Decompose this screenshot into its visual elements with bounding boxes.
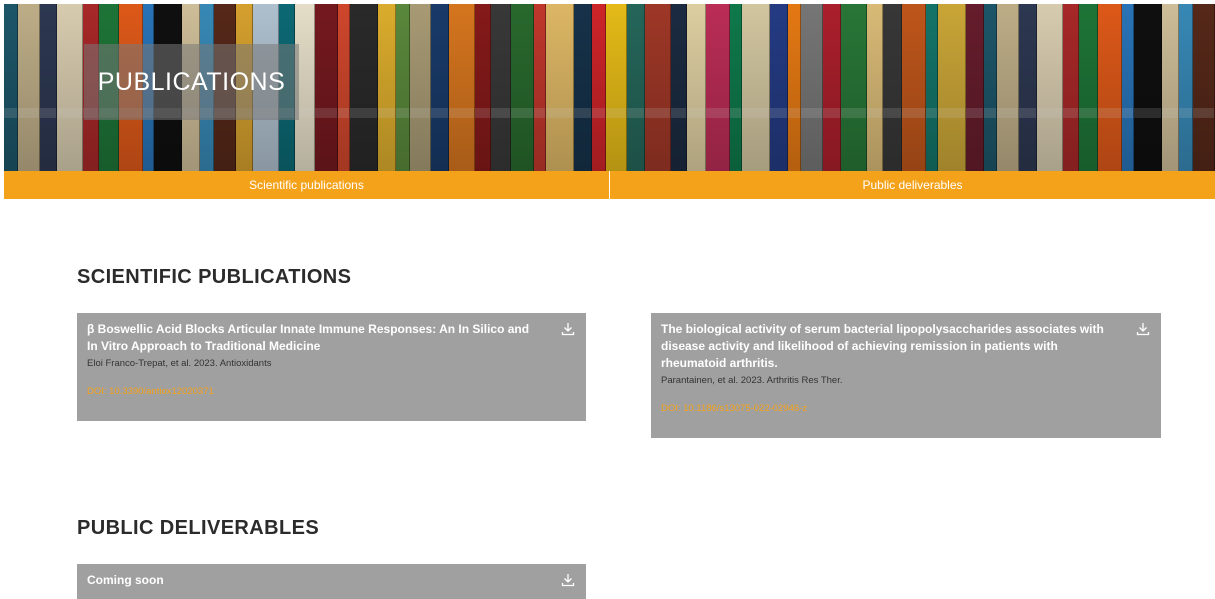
section-tabs: Scientific publications Public deliverab… bbox=[4, 171, 1215, 199]
deliverable-card: Coming soon bbox=[77, 564, 586, 599]
publication-card: β Boswellic Acid Blocks Articular Innate… bbox=[77, 313, 586, 421]
doi-link[interactable]: DOI: 10.3390/antiox12020371 bbox=[87, 386, 214, 397]
publication-meta: Eloi Franco-Trepat, et al. 2023. Antioxi… bbox=[87, 358, 272, 369]
tab-scientific-publications[interactable]: Scientific publications bbox=[4, 171, 609, 199]
download-icon[interactable] bbox=[561, 322, 575, 336]
page-title: PUBLICATIONS bbox=[97, 67, 286, 96]
publication-title: The biological activity of serum bacteri… bbox=[661, 322, 1104, 370]
publication-title: β Boswellic Acid Blocks Articular Innate… bbox=[87, 322, 530, 353]
hero-banner: PUBLICATIONS bbox=[4, 4, 1215, 171]
hero-title-box: PUBLICATIONS bbox=[84, 44, 299, 120]
doi-link[interactable]: DOI: 10.1186/s13075-022-02946-z bbox=[661, 403, 807, 414]
publication-meta: Parantainen, et al. 2023. Arthritis Res … bbox=[661, 375, 843, 386]
tab-public-deliverables[interactable]: Public deliverables bbox=[609, 171, 1215, 199]
publication-card: The biological activity of serum bacteri… bbox=[651, 313, 1161, 438]
download-icon[interactable] bbox=[1136, 322, 1150, 336]
download-icon[interactable] bbox=[561, 573, 575, 587]
section-title-scientific: SCIENTIFIC PUBLICATIONS bbox=[77, 266, 352, 288]
section-title-deliverables: PUBLIC DELIVERABLES bbox=[77, 517, 320, 539]
deliverable-title: Coming soon bbox=[87, 573, 164, 587]
